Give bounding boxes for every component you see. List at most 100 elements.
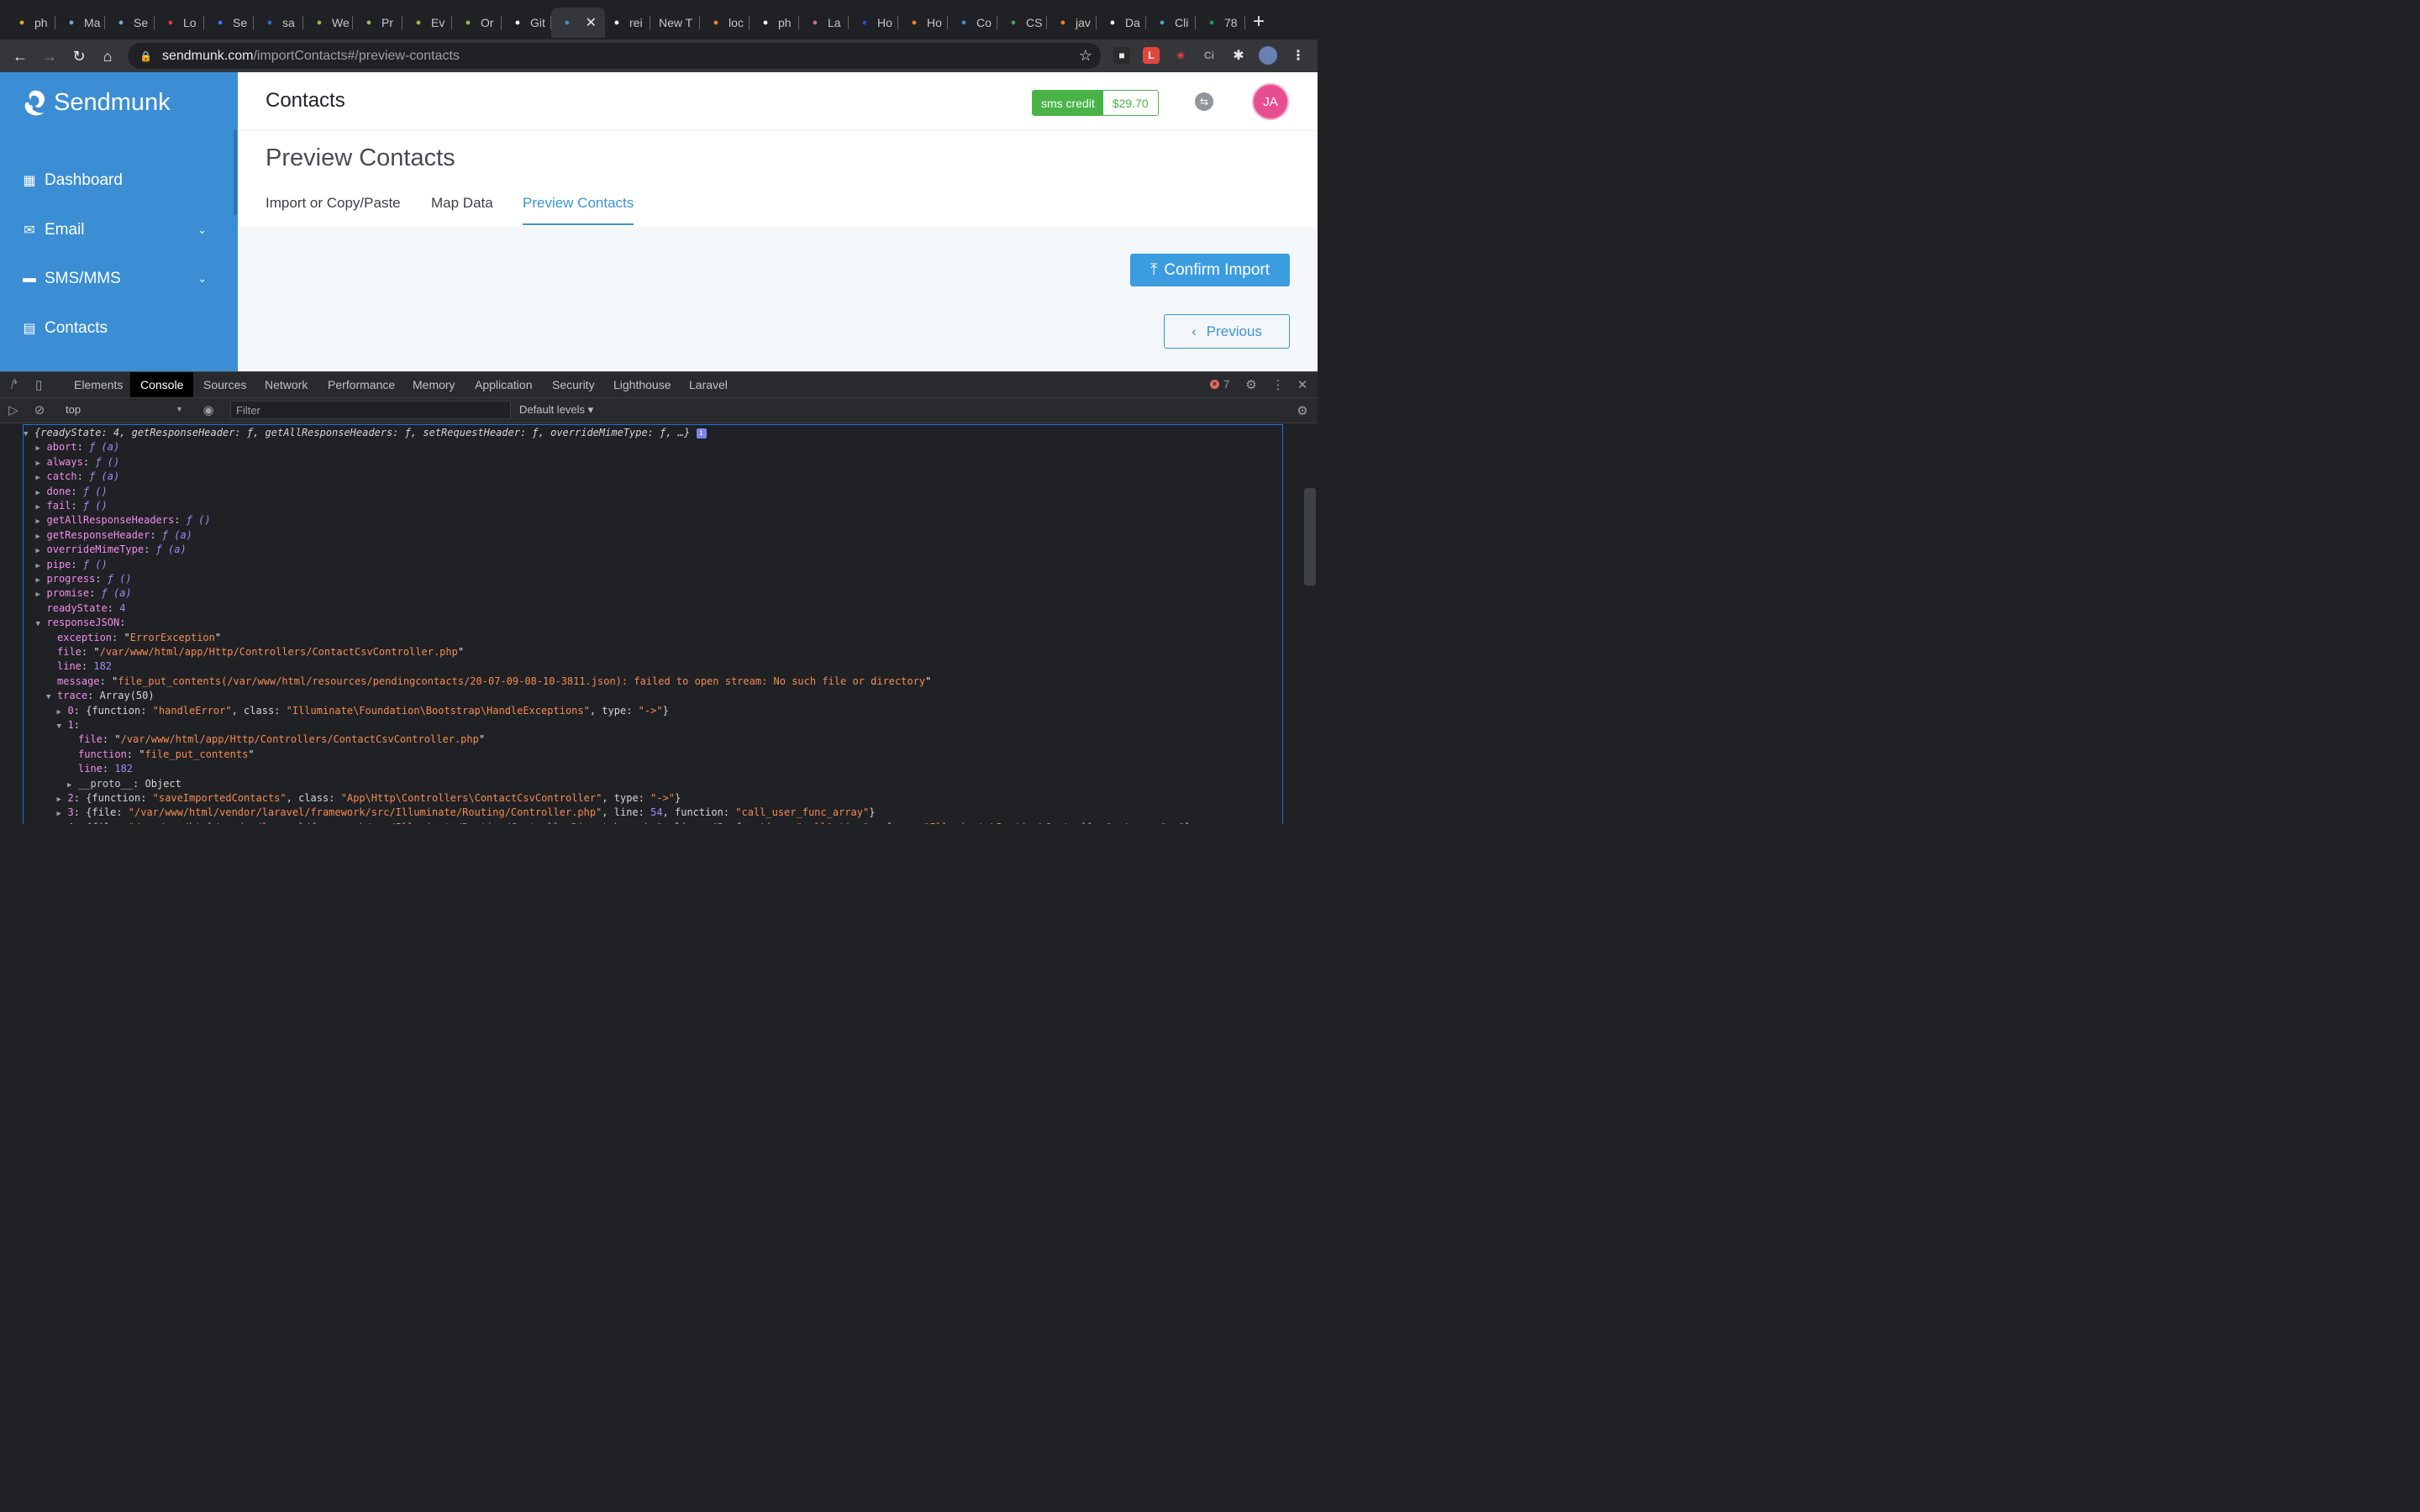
previous-button[interactable]: ‹ Previous [1164, 314, 1290, 349]
close-devtools-icon[interactable]: ✕ [1295, 377, 1310, 392]
browser-tab[interactable]: ● ph [6, 8, 55, 38]
console-line[interactable]: ▶4: {file: "/var/www/html/vendor/laravel… [57, 821, 1192, 824]
console-line[interactable]: ▶ done: ƒ () [36, 485, 108, 499]
console-line[interactable]: ▼ 1: [57, 718, 87, 732]
browser-tab[interactable]: ● We [303, 8, 353, 38]
browser-tab[interactable]: ● loc [700, 8, 750, 38]
devtools-tab-performance[interactable]: Performance [318, 372, 405, 397]
more-menu-icon[interactable]: ⋮ [1270, 377, 1286, 392]
browser-tab[interactable]: ● Co [948, 8, 997, 38]
log-levels-dropdown[interactable]: Default levels ▾ [519, 403, 593, 417]
error-counter[interactable]: × 7 [1210, 378, 1229, 391]
sidebar-item-email[interactable]: ✉ Email ⌄ [22, 218, 215, 243]
console-line[interactable]: ▶ getAllResponseHeaders: ƒ () [36, 513, 211, 528]
browser-tab[interactable]: ● Se [105, 8, 155, 38]
clear-console-icon[interactable]: ⊘ [33, 403, 46, 417]
forward-icon[interactable]: → [39, 46, 60, 66]
browser-tab[interactable]: ● rei [601, 8, 650, 38]
step-tab-import[interactable]: Import or Copy/Paste [266, 195, 401, 212]
sidebar-scrollbar[interactable] [234, 129, 237, 215]
console-line[interactable]: ▶ overrideMimeType: ƒ (a) [36, 543, 187, 557]
sms-credit-badge[interactable]: sms credit $29.70 [1032, 90, 1159, 116]
browser-tab[interactable]: ● sa [254, 8, 303, 38]
browser-menu-icon[interactable]: ⋮ [1290, 47, 1307, 64]
profile-avatar[interactable] [1259, 46, 1277, 65]
home-icon[interactable]: ⌂ [97, 46, 118, 66]
devtools-tab-memory[interactable]: Memory [402, 372, 466, 397]
step-tab-map-data[interactable]: Map Data [431, 195, 493, 212]
inspect-element-icon[interactable]: ⭚ [8, 378, 21, 392]
browser-tab[interactable]: ● ph [750, 8, 799, 38]
cube-extension-icon[interactable]: ■ [1113, 47, 1130, 64]
bookmark-star-icon[interactable]: ☆ [1079, 47, 1092, 65]
address-bar[interactable]: 🔒 sendmunk.com/importContacts#/preview-c… [128, 43, 1101, 69]
console-line[interactable]: ▶ __proto__: Object [67, 777, 182, 791]
browser-tab[interactable]: ● La [799, 8, 849, 38]
browser-tab[interactable]: ● Lo [155, 8, 204, 38]
browser-tab[interactable]: ● ✕ [551, 8, 605, 38]
ci-extension-icon[interactable]: Ci [1201, 47, 1218, 64]
devtools-tab-laravel[interactable]: Laravel [679, 372, 738, 397]
console-line[interactable]: ▶ 2: {function: "saveImportedContacts", c… [57, 791, 681, 806]
browser-tab[interactable]: ● Ho [849, 8, 898, 38]
console-line[interactable]: ▶ abort: ƒ (a) [36, 440, 120, 454]
browser-tab[interactable]: ● Cli [1146, 8, 1196, 38]
console-line[interactable]: ▶ pipe: ƒ () [36, 558, 108, 572]
laravel-extension-icon[interactable]: L [1143, 47, 1160, 64]
live-expression-eye-icon[interactable]: ◉ [201, 403, 216, 417]
swirl-extension-icon[interactable]: ❀ [1172, 47, 1189, 64]
devtools-tab-network[interactable]: Network [255, 372, 318, 397]
browser-tab[interactable]: ● Ma [55, 8, 105, 38]
browser-tab[interactable]: ● Da [1097, 8, 1146, 38]
back-icon[interactable]: ← [10, 46, 30, 66]
context-dropdown-icon[interactable]: ▼ [176, 405, 183, 413]
browser-tab[interactable]: ● Or [452, 8, 502, 38]
sidebar-toggle-icon[interactable]: ▷ [7, 403, 20, 417]
console-line[interactable]: ▶ fail: ƒ () [36, 499, 108, 513]
devtools-tab-application[interactable]: Application [465, 372, 543, 397]
console-line[interactable]: ▶ always: ƒ () [36, 455, 120, 470]
extensions-puzzle-icon[interactable]: ✱ [1230, 47, 1247, 64]
sidebar-item-contacts[interactable]: ▤ Contacts [22, 316, 215, 341]
console-output[interactable]: ▼ {readyState: 4, getResponseHeader: ƒ, g… [23, 424, 1283, 824]
new-tab-button[interactable]: + [1250, 12, 1267, 32]
browser-tab[interactable]: ● Se [204, 8, 254, 38]
browser-tab[interactable]: ● Ho [898, 8, 948, 38]
device-toolbar-icon[interactable]: ▯ [32, 378, 45, 392]
console-line[interactable]: ▶ progress: ƒ () [36, 572, 132, 586]
console-line[interactable]: ▼ {readyState: 4, getResponseHeader: ƒ, g… [24, 426, 707, 440]
console-line[interactable]: ▶ promise: ƒ (a) [36, 586, 132, 601]
devtools-tab-security[interactable]: Security [542, 372, 605, 397]
console-line[interactable]: ▼ trace: Array(50) [46, 689, 155, 703]
console-line[interactable]: ▶ catch: ƒ (a) [36, 470, 120, 484]
swap-icon[interactable]: ⇆ [1195, 92, 1213, 111]
browser-tab[interactable]: New T [650, 8, 700, 38]
console-line[interactable]: ▼ responseJSON: [36, 616, 132, 630]
browser-tab[interactable]: ● Ev [402, 8, 452, 38]
close-tab-icon[interactable]: ✕ [586, 14, 597, 31]
browser-tab[interactable]: ● 78 [1196, 8, 1245, 38]
step-tab-preview[interactable]: Preview Contacts [523, 195, 634, 212]
console-filter-input[interactable]: Filter [230, 401, 511, 419]
user-avatar[interactable]: JA [1252, 83, 1289, 120]
context-selector[interactable]: top [66, 403, 81, 416]
browser-tab[interactable]: ● jav [1047, 8, 1097, 38]
console-line[interactable]: ▶ 0: {function: "handleError", class: "Il… [57, 704, 669, 718]
devtools-tab-console[interactable]: Console [130, 372, 194, 397]
console-line[interactable]: ▶ 3: {file: "/var/www/html/vendor/laravel… [57, 806, 876, 820]
console-settings-gear-icon[interactable]: ⚙ [1295, 403, 1310, 418]
brand-logo[interactable]: Sendmunk [22, 86, 171, 119]
reload-icon[interactable]: ↻ [69, 46, 89, 66]
devtools-tab-lighthouse[interactable]: Lighthouse [603, 372, 681, 397]
console-line[interactable]: ▶ getResponseHeader: ƒ (a) [36, 528, 192, 543]
devtools-tab-elements[interactable]: Elements [64, 372, 133, 397]
settings-gear-icon[interactable]: ⚙ [1244, 377, 1259, 392]
console-scrollbar[interactable] [1304, 488, 1316, 585]
browser-tab[interactable]: ● Pr [353, 8, 402, 38]
devtools-tab-sources[interactable]: Sources [193, 372, 256, 397]
confirm-import-button[interactable]: ⤒ Confirm Import [1130, 254, 1290, 286]
browser-tab[interactable]: ● CS [997, 8, 1047, 38]
browser-tab[interactable]: ● Git [502, 8, 551, 38]
sidebar-item-smsmms[interactable]: ▬ SMS/MMS ⌄ [22, 266, 215, 291]
sidebar-item-dashboard[interactable]: ▦ Dashboard [22, 168, 215, 193]
